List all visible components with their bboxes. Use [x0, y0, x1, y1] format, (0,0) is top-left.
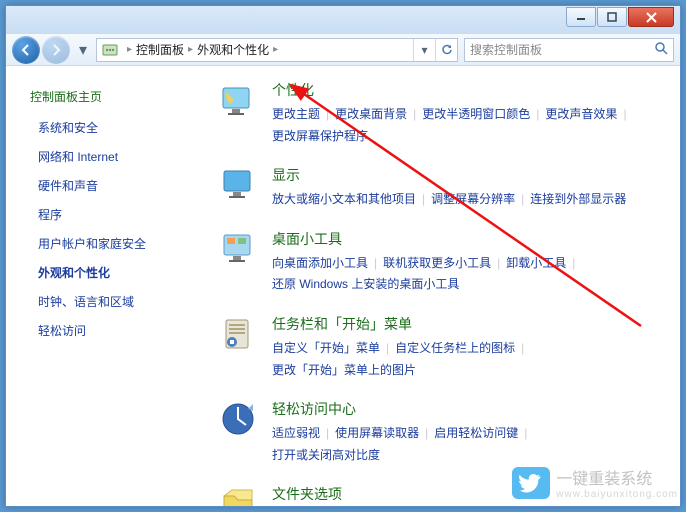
- category: 文件夹选项指定单击或双击打开|显示隐藏的文件和文件夹: [218, 484, 670, 506]
- breadcrumb-current[interactable]: 外观和个性化: [197, 41, 269, 58]
- category-title[interactable]: 文件夹选项: [272, 484, 342, 504]
- category-link[interactable]: 更改主题: [272, 107, 320, 121]
- sidebar-item[interactable]: 程序: [14, 200, 204, 229]
- category-link[interactable]: 更改桌面背景: [335, 107, 407, 121]
- main-content: 个性化更改主题|更改桌面背景|更改半透明窗口颜色|更改声音效果|更改屏幕保护程序…: [204, 66, 680, 506]
- category-link[interactable]: 还原 Windows 上安装的桌面小工具: [272, 277, 459, 291]
- sidebar: 控制面板主页 系统和安全网络和 Internet硬件和声音程序用户帐户和家庭安全…: [6, 66, 204, 506]
- category-link[interactable]: 自定义「开始」菜单: [272, 341, 380, 355]
- search-placeholder: 搜索控制面板: [470, 41, 542, 58]
- category-links: 更改主题|更改桌面背景|更改半透明窗口颜色|更改声音效果|更改屏幕保护程序: [272, 104, 670, 147]
- category-link[interactable]: 自定义任务栏上的图标: [395, 341, 515, 355]
- category-icon[interactable]: [218, 399, 258, 439]
- category: 任务栏和「开始」菜单自定义「开始」菜单|自定义任务栏上的图标|更改「开始」菜单上…: [218, 314, 670, 381]
- sidebar-item[interactable]: 系统和安全: [14, 113, 204, 142]
- sidebar-item[interactable]: 网络和 Internet: [14, 142, 204, 171]
- category-links: 放大或缩小文本和其他项目|调整屏幕分辨率|连接到外部显示器: [272, 189, 670, 211]
- chevron-right-icon[interactable]: ▸: [184, 44, 197, 55]
- category-link[interactable]: 打开或关闭高对比度: [272, 448, 380, 462]
- category-link[interactable]: 更改声音效果: [545, 107, 617, 121]
- address-dropdown[interactable]: ▾: [413, 39, 435, 61]
- history-dropdown[interactable]: ▾: [76, 40, 90, 60]
- category-title[interactable]: 桌面小工具: [272, 229, 342, 249]
- category-link[interactable]: 放大或缩小文本和其他项目: [272, 192, 416, 206]
- category-link[interactable]: 更改「开始」菜单上的图片: [272, 363, 416, 377]
- sidebar-home[interactable]: 控制面板主页: [14, 84, 204, 113]
- refresh-button[interactable]: [435, 39, 457, 61]
- category-icon[interactable]: [218, 80, 258, 120]
- category-title[interactable]: 轻松访问中心: [272, 399, 356, 419]
- titlebar: [6, 6, 680, 34]
- sidebar-item[interactable]: 外观和个性化: [14, 258, 204, 287]
- forward-button: [42, 36, 70, 64]
- sidebar-item[interactable]: 用户帐户和家庭安全: [14, 229, 204, 258]
- nav-toolbar: ▾ ▸ 控制面板 ▸ 外观和个性化 ▸ ▾ 搜索控制面板: [6, 34, 680, 66]
- category-link[interactable]: 更改半透明窗口颜色: [422, 107, 530, 121]
- category-icon[interactable]: [218, 484, 258, 506]
- control-panel-icon: [101, 41, 119, 59]
- sidebar-item[interactable]: 时钟、语言和区域: [14, 287, 204, 316]
- category-links: 适应弱视|使用屏幕读取器|启用轻松访问键|打开或关闭高对比度: [272, 423, 670, 466]
- category-link[interactable]: 适应弱视: [272, 426, 320, 440]
- category-links: 自定义「开始」菜单|自定义任务栏上的图标|更改「开始」菜单上的图片: [272, 338, 670, 381]
- category-link[interactable]: 使用屏幕读取器: [335, 426, 419, 440]
- sidebar-item[interactable]: 硬件和声音: [14, 171, 204, 200]
- chevron-right-icon[interactable]: ▸: [269, 44, 282, 55]
- category-link[interactable]: 卸载小工具: [506, 256, 566, 270]
- category-link[interactable]: 联机获取更多小工具: [383, 256, 491, 270]
- sidebar-item[interactable]: 轻松访问: [14, 316, 204, 345]
- chevron-right-icon[interactable]: ▸: [123, 44, 136, 55]
- close-button[interactable]: [628, 7, 674, 27]
- search-input[interactable]: 搜索控制面板: [464, 38, 674, 62]
- category-icon[interactable]: [218, 229, 258, 269]
- category: 个性化更改主题|更改桌面背景|更改半透明窗口颜色|更改声音效果|更改屏幕保护程序: [218, 80, 670, 147]
- category-link[interactable]: 向桌面添加小工具: [272, 256, 368, 270]
- minimize-button[interactable]: [566, 7, 596, 27]
- category-title[interactable]: 个性化: [272, 80, 314, 100]
- category: 桌面小工具向桌面添加小工具|联机获取更多小工具|卸载小工具|还原 Windows…: [218, 229, 670, 296]
- category-link[interactable]: 更改屏幕保护程序: [272, 129, 368, 143]
- back-button[interactable]: [12, 36, 40, 64]
- category-link[interactable]: 调整屏幕分辨率: [431, 192, 515, 206]
- category-icon[interactable]: [218, 165, 258, 205]
- maximize-button[interactable]: [597, 7, 627, 27]
- category-links: 向桌面添加小工具|联机获取更多小工具|卸载小工具|还原 Windows 上安装的…: [272, 253, 670, 296]
- search-icon[interactable]: [654, 41, 668, 58]
- category: 显示放大或缩小文本和其他项目|调整屏幕分辨率|连接到外部显示器: [218, 165, 670, 211]
- address-bar[interactable]: ▸ 控制面板 ▸ 外观和个性化 ▸ ▾: [96, 38, 458, 62]
- breadcrumb-root[interactable]: 控制面板: [136, 41, 184, 58]
- category-title[interactable]: 任务栏和「开始」菜单: [272, 314, 412, 334]
- category-icon[interactable]: [218, 314, 258, 354]
- category-link[interactable]: 连接到外部显示器: [530, 192, 626, 206]
- category: 轻松访问中心适应弱视|使用屏幕读取器|启用轻松访问键|打开或关闭高对比度: [218, 399, 670, 466]
- category-link[interactable]: 启用轻松访问键: [434, 426, 518, 440]
- category-title[interactable]: 显示: [272, 165, 300, 185]
